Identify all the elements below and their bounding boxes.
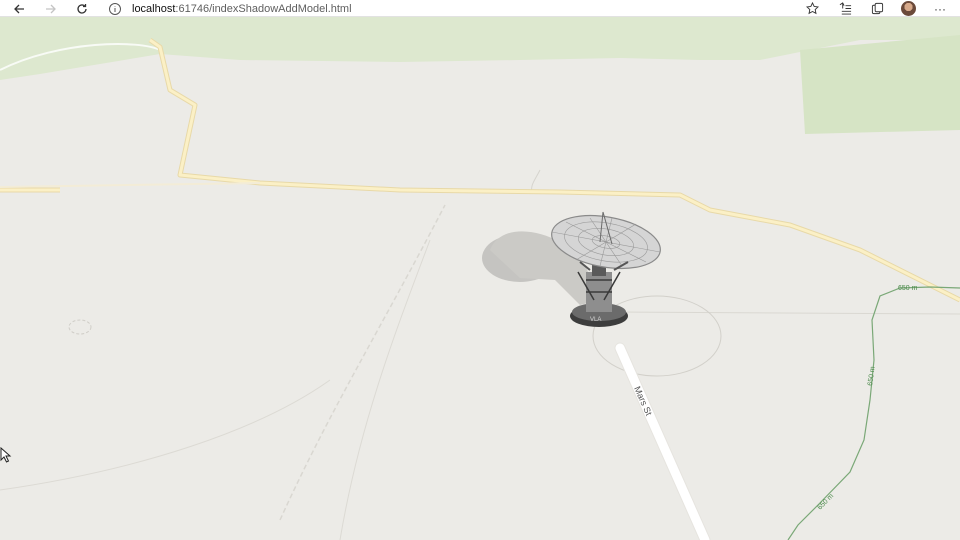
trail-line — [619, 311, 960, 315]
back-button[interactable] — [8, 0, 30, 17]
map-svg: Mars St 650 m 650 m 650 m VLA — [0, 17, 960, 540]
collections-button[interactable] — [865, 0, 889, 17]
park-area-right — [800, 35, 960, 134]
address-bar[interactable]: localhost:61746/indexShadowAddModel.html — [108, 0, 352, 17]
model-label: VLA — [590, 317, 601, 323]
profile-button[interactable] — [896, 0, 920, 17]
contour-label: 650 m — [816, 493, 835, 512]
forward-button[interactable] — [40, 0, 62, 17]
street-label: Mars St — [632, 385, 654, 418]
contour-label: 650 m — [898, 285, 918, 292]
major-road-outline — [0, 182, 261, 188]
trail-line — [0, 379, 331, 491]
reading-list-button[interactable] — [833, 0, 857, 17]
mouse-cursor-icon — [0, 447, 12, 463]
avatar-icon — [900, 1, 916, 16]
contour-label: 650 m — [867, 366, 877, 386]
reading-list-icon — [839, 2, 851, 15]
favorite-button[interactable] — [800, 0, 824, 17]
address-host: localhost — [132, 2, 176, 15]
address-path: :61746/indexShadowAddModel.html — [175, 2, 352, 15]
mars-st-road — [615, 343, 710, 540]
more-button[interactable]: ··· — [928, 0, 952, 17]
arrow-right-icon — [46, 4, 56, 13]
collections-icon — [871, 2, 883, 15]
refresh-icon — [77, 3, 87, 14]
arrow-left-icon — [14, 4, 24, 13]
trail-line — [279, 204, 446, 521]
more-icon: ··· — [934, 1, 946, 16]
terrain-feature — [68, 319, 92, 335]
refresh-button[interactable] — [71, 0, 93, 17]
info-icon — [109, 2, 121, 15]
browser-toolbar: localhost:61746/indexShadowAddModel.html… — [0, 0, 960, 17]
map-canvas[interactable]: Mars St 650 m 650 m 650 m VLA — [0, 17, 960, 540]
trail-line — [339, 239, 431, 540]
contour-line — [787, 286, 960, 540]
star-icon — [805, 2, 819, 15]
